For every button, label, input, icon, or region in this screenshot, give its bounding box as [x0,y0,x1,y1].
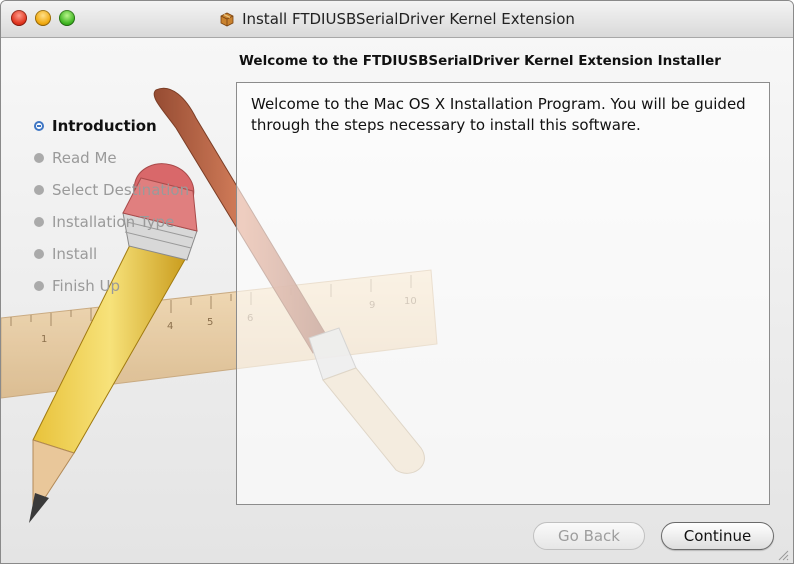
step-bullet-icon [34,281,44,291]
step-bullet-icon [34,153,44,163]
ruler-number-4: 4 [167,321,173,332]
step-label: Introduction [52,117,157,135]
installer-window: Install FTDIUSBSerialDriver Kernel Exten… [0,0,794,564]
resize-grip-icon[interactable] [778,550,789,561]
step-label: Read Me [52,149,117,167]
step-finish-up: Finish Up [34,270,189,302]
active-step-bullet-icon [34,121,44,131]
go-back-button[interactable]: Go Back [533,522,645,550]
installer-steps-list: Introduction Read Me Select Destination … [34,110,189,302]
ruler-number-1: 1 [41,334,47,345]
step-label: Install [52,245,98,263]
step-install: Install [34,238,189,270]
installer-heading: Welcome to the FTDIUSBSerialDriver Kerne… [239,53,721,69]
window-title-group: Install FTDIUSBSerialDriver Kernel Exten… [1,1,793,37]
step-bullet-icon [34,217,44,227]
step-read-me: Read Me [34,142,189,174]
welcome-text: Welcome to the Mac OS X Installation Pro… [251,95,746,134]
title-bar[interactable]: Install FTDIUSBSerialDriver Kernel Exten… [1,1,793,38]
package-icon [220,12,234,27]
step-label: Installation Type [52,213,175,231]
step-introduction: Introduction [34,110,189,142]
content-panel[interactable]: Welcome to the Mac OS X Installation Pro… [236,82,770,505]
step-label: Select Destination [52,181,190,199]
ruler-number-5: 5 [207,317,213,328]
continue-button[interactable]: Continue [661,522,774,550]
step-select-destination: Select Destination [34,174,189,206]
window-title: Install FTDIUSBSerialDriver Kernel Exten… [242,10,575,28]
step-label: Finish Up [52,277,120,295]
step-bullet-icon [34,185,44,195]
installer-body: 1 4 5 6 9 10 [1,38,793,563]
step-bullet-icon [34,249,44,259]
step-installation-type: Installation Type [34,206,189,238]
